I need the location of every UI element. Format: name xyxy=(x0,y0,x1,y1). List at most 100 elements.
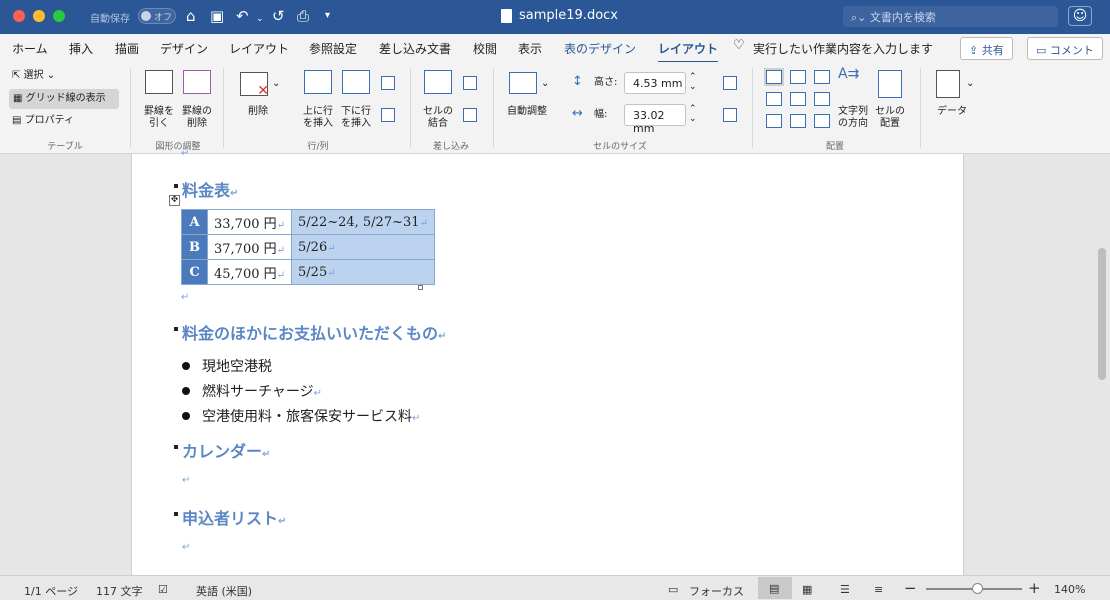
tab-layout[interactable]: レイアウト xyxy=(229,40,289,57)
row-price[interactable]: 45,700 円↵ xyxy=(206,259,293,285)
split-table-icon[interactable] xyxy=(463,108,477,122)
align-middle-center-icon[interactable] xyxy=(790,92,806,106)
align-top-center-icon[interactable] xyxy=(790,70,806,84)
autofit-dropdown-icon[interactable]: ⌄ xyxy=(541,78,549,90)
tab-home[interactable]: ホーム xyxy=(12,40,48,57)
save-icon[interactable]: ▣ xyxy=(210,6,224,26)
delete-dropdown-icon[interactable]: ⌄ xyxy=(272,78,280,90)
zoom-in-button[interactable]: + xyxy=(1028,579,1041,597)
comment-button[interactable]: ▭ コメント xyxy=(1027,37,1103,60)
table-move-handle-icon[interactable]: ✥ xyxy=(169,195,180,206)
merge-cells-button[interactable]: セルの 結合 xyxy=(419,106,457,130)
focus-icon[interactable]: ▭ xyxy=(668,583,678,596)
distribute-columns-icon[interactable] xyxy=(723,108,737,122)
ribbon: ⇱ 選択 ⌄ ▦ グリッド線の表示 ▤ プロパティ テーブル 罫線を 引く 罫線… xyxy=(0,62,1110,154)
autosave-toggle[interactable]: オフ xyxy=(138,8,176,24)
row-price[interactable]: 33,700 円↵ xyxy=(206,209,293,235)
row-dates[interactable]: 5/25↵ xyxy=(291,259,435,285)
tab-view[interactable]: 表示 xyxy=(518,40,542,57)
align-top-left-icon[interactable] xyxy=(766,70,782,84)
cell-end-mark: ↵ xyxy=(327,267,336,279)
redo-icon[interactable]: ↺ xyxy=(272,6,285,26)
undo-dropdown-icon[interactable]: ⌄ xyxy=(256,9,264,29)
page-count[interactable]: 1/1 ページ xyxy=(24,583,78,599)
search-input[interactable]: ⌕⌄ 文書内を検索 xyxy=(843,6,1058,27)
focus-button[interactable]: フォーカス xyxy=(689,583,744,599)
print-icon[interactable]: ⎙ xyxy=(297,6,309,26)
web-layout-icon[interactable]: ▦ xyxy=(802,583,812,596)
tab-review[interactable]: 校閲 xyxy=(473,40,497,57)
align-top-right-icon[interactable] xyxy=(814,70,830,84)
data-button[interactable]: データ xyxy=(932,106,972,118)
autofit-button[interactable]: 自動調整 xyxy=(503,106,551,118)
row-price[interactable]: 37,700 円↵ xyxy=(206,234,293,260)
draw-borders-button[interactable]: 罫線を 引く xyxy=(140,106,178,130)
align-bottom-center-icon[interactable] xyxy=(790,114,806,128)
price-table[interactable]: A 33,700 円↵ 5/22~24, 5/27~31↵ B 37,700 円… xyxy=(181,209,435,285)
insert-left-icon[interactable] xyxy=(381,76,395,90)
gridlines-button[interactable]: ▦ グリッド線の表示 xyxy=(9,89,119,109)
insert-right-icon[interactable] xyxy=(381,108,395,122)
outline-view-icon[interactable]: ☰ xyxy=(840,583,850,596)
height-stepper[interactable]: ⌃ ⌄ xyxy=(689,72,697,92)
select-button[interactable]: ⇱ 選択 ⌄ xyxy=(12,70,55,82)
undo-icon[interactable]: ↶ xyxy=(236,6,249,26)
tab-design[interactable]: デザイン xyxy=(160,40,208,57)
draw-table-icon xyxy=(145,70,173,94)
customize-toolbar-icon[interactable]: ▾ xyxy=(325,6,330,26)
row-key[interactable]: C xyxy=(181,259,208,285)
width-stepper[interactable]: ⌃ ⌄ xyxy=(689,104,697,124)
tab-mailings[interactable]: 差し込み文書 xyxy=(379,40,451,57)
properties-button[interactable]: ▤ プロパティ xyxy=(12,115,74,127)
minimize-window-button[interactable] xyxy=(33,10,45,22)
align-middle-left-icon[interactable] xyxy=(766,92,782,106)
tab-draw[interactable]: 描画 xyxy=(115,40,139,57)
height-field[interactable]: 4.53 mm xyxy=(624,72,686,94)
proofing-icon[interactable]: ☑ xyxy=(158,583,168,596)
row-key[interactable]: A xyxy=(181,209,208,235)
text-direction-button[interactable]: 文字列 の方向 xyxy=(834,106,872,130)
print-layout-view-button[interactable]: ▤ xyxy=(758,577,792,599)
insert-above-button[interactable]: 上に行 を挿入 xyxy=(299,106,337,130)
cell-margins-button[interactable]: セルの 配置 xyxy=(871,106,909,130)
data-dropdown-icon[interactable]: ⌄ xyxy=(966,78,974,90)
home-icon[interactable]: ⌂ xyxy=(186,6,196,26)
vertical-scrollbar[interactable] xyxy=(1098,248,1106,380)
align-bottom-left-icon[interactable] xyxy=(766,114,782,128)
row-dates[interactable]: 5/26↵ xyxy=(291,234,435,260)
split-cells-icon[interactable] xyxy=(463,76,477,90)
align-middle-right-icon[interactable] xyxy=(814,92,830,106)
close-window-button[interactable] xyxy=(13,10,25,22)
erase-borders-button[interactable]: 罫線の 削除 xyxy=(178,106,216,130)
delete-button[interactable]: 削除 xyxy=(240,106,276,118)
lightbulb-icon: ♡ xyxy=(733,38,745,53)
ribbon-tabs: ホーム 挿入 描画 デザイン レイアウト 参照設定 差し込み文書 校閲 表示 表… xyxy=(0,34,1110,63)
width-label: 幅: xyxy=(594,109,608,120)
tab-insert[interactable]: 挿入 xyxy=(69,40,93,57)
search-placeholder: 文書内を検索 xyxy=(869,11,936,24)
word-count[interactable]: 117 文字 xyxy=(96,583,143,599)
table-resize-handle[interactable] xyxy=(418,285,423,290)
cell-end-mark: ↵ xyxy=(419,217,428,229)
row-key[interactable]: B xyxy=(181,234,208,260)
feedback-smile-icon[interactable]: ☺ xyxy=(1068,6,1092,26)
align-bottom-right-icon[interactable] xyxy=(814,114,830,128)
tab-table-layout[interactable]: レイアウト xyxy=(658,40,719,63)
tab-table-design[interactable]: 表のデザイン xyxy=(564,40,636,57)
row-dates[interactable]: 5/22~24, 5/27~31↵ xyxy=(291,209,435,235)
zoom-slider-handle[interactable] xyxy=(972,583,983,594)
distribute-rows-icon[interactable] xyxy=(723,76,737,90)
tell-me-input[interactable]: 実行したい作業内容を入力します xyxy=(753,40,933,57)
share-button[interactable]: ⇪ 共有 xyxy=(960,37,1013,60)
zoom-out-button[interactable]: − xyxy=(904,579,917,597)
zoom-window-button[interactable] xyxy=(53,10,65,22)
heading-applicant-list: 申込者リスト↵ xyxy=(174,505,286,529)
language[interactable]: 英語 (米国) xyxy=(196,583,252,599)
zoom-level[interactable]: 140% xyxy=(1054,583,1085,596)
width-field[interactable]: 33.02 mm xyxy=(624,104,686,135)
document-page[interactable]: ↵ 料金表↵ ✥ A 33,700 円↵ 5/22~24, 5/27~31↵ B… xyxy=(131,148,964,575)
insert-below-button[interactable]: 下に行 を挿入 xyxy=(337,106,375,130)
draft-view-icon[interactable]: ≡ xyxy=(874,583,883,596)
tab-references[interactable]: 参照設定 xyxy=(309,40,357,57)
grid-icon: ▦ xyxy=(13,93,26,104)
